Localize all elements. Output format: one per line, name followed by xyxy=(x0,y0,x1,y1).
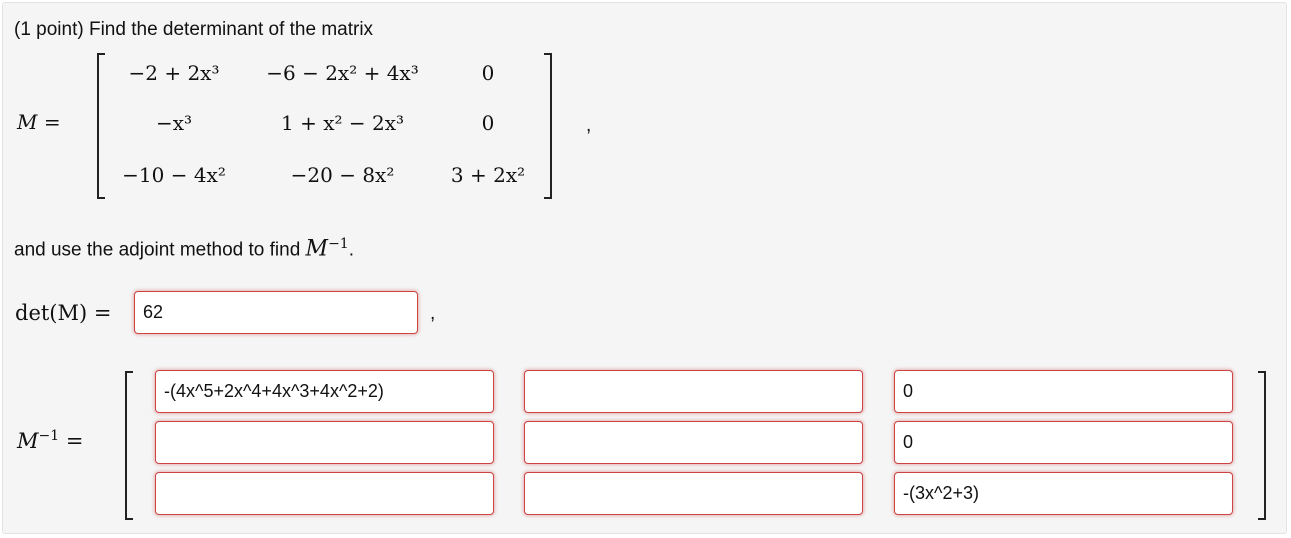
inverse-left-bracket xyxy=(125,371,133,520)
instruction-math-m: M xyxy=(305,236,329,262)
inverse-input-2-1[interactable] xyxy=(155,421,494,464)
matrix-cell-3-2: −20 − 8x² xyxy=(290,163,395,187)
inverse-input-3-2[interactable] xyxy=(524,472,863,515)
matrix-cell-3-3: 3 + 2x² xyxy=(450,163,526,187)
problem-panel: (1 point) Find the determinant of the ma… xyxy=(2,2,1287,534)
matrix-cell-1-1: −2 + 2x³ xyxy=(128,61,220,85)
inverse-label: M−1 = xyxy=(17,428,83,453)
inverse-right-bracket xyxy=(1258,371,1266,520)
instruction-math-sup: −1 xyxy=(328,236,349,252)
instruction-label: and use the adjoint method to find xyxy=(14,239,301,261)
matrix-cell-2-1: −x³ xyxy=(155,111,193,135)
inverse-input-1-2[interactable] xyxy=(524,370,863,413)
inverse-input-2-3[interactable]: 0 xyxy=(894,421,1233,464)
inverse-input-1-1[interactable]: -(4x^5+2x^4+4x^3+4x^2+2) xyxy=(155,370,494,413)
inverse-label-eq: = xyxy=(65,429,84,453)
inverse-input-3-1[interactable] xyxy=(155,472,494,515)
matrix-comma: , xyxy=(586,115,592,136)
inverse-input-1-3[interactable]: 0 xyxy=(894,370,1233,413)
inverse-input-3-3[interactable]: -(3x^2+3) xyxy=(894,472,1233,515)
inverse-label-m: M xyxy=(17,429,39,453)
inverse-label-sup: −1 xyxy=(38,428,60,444)
det-comma: , xyxy=(430,303,436,324)
problem-intro: (1 point) Find the determinant of the ma… xyxy=(14,19,374,40)
instruction-text: and use the adjoint method to find M−1. xyxy=(14,236,354,261)
matrix-m-label: M = xyxy=(17,110,61,134)
matrix-cell-3-1: −10 − 4x² xyxy=(122,163,226,187)
matrix-right-bracket xyxy=(544,53,552,199)
instruction-period: . xyxy=(348,239,354,261)
det-label: det(M) = xyxy=(15,301,112,325)
inverse-input-2-2[interactable] xyxy=(524,421,863,464)
matrix-cell-2-2: 1 + x² − 2x³ xyxy=(281,111,404,135)
matrix-cell-1-3: 0 xyxy=(481,61,495,85)
matrix-cell-1-2: −6 − 2x² + 4x³ xyxy=(266,61,419,85)
det-input[interactable]: 62 xyxy=(134,291,418,334)
matrix-cell-2-3: 0 xyxy=(481,111,495,135)
matrix-left-bracket xyxy=(97,53,105,199)
